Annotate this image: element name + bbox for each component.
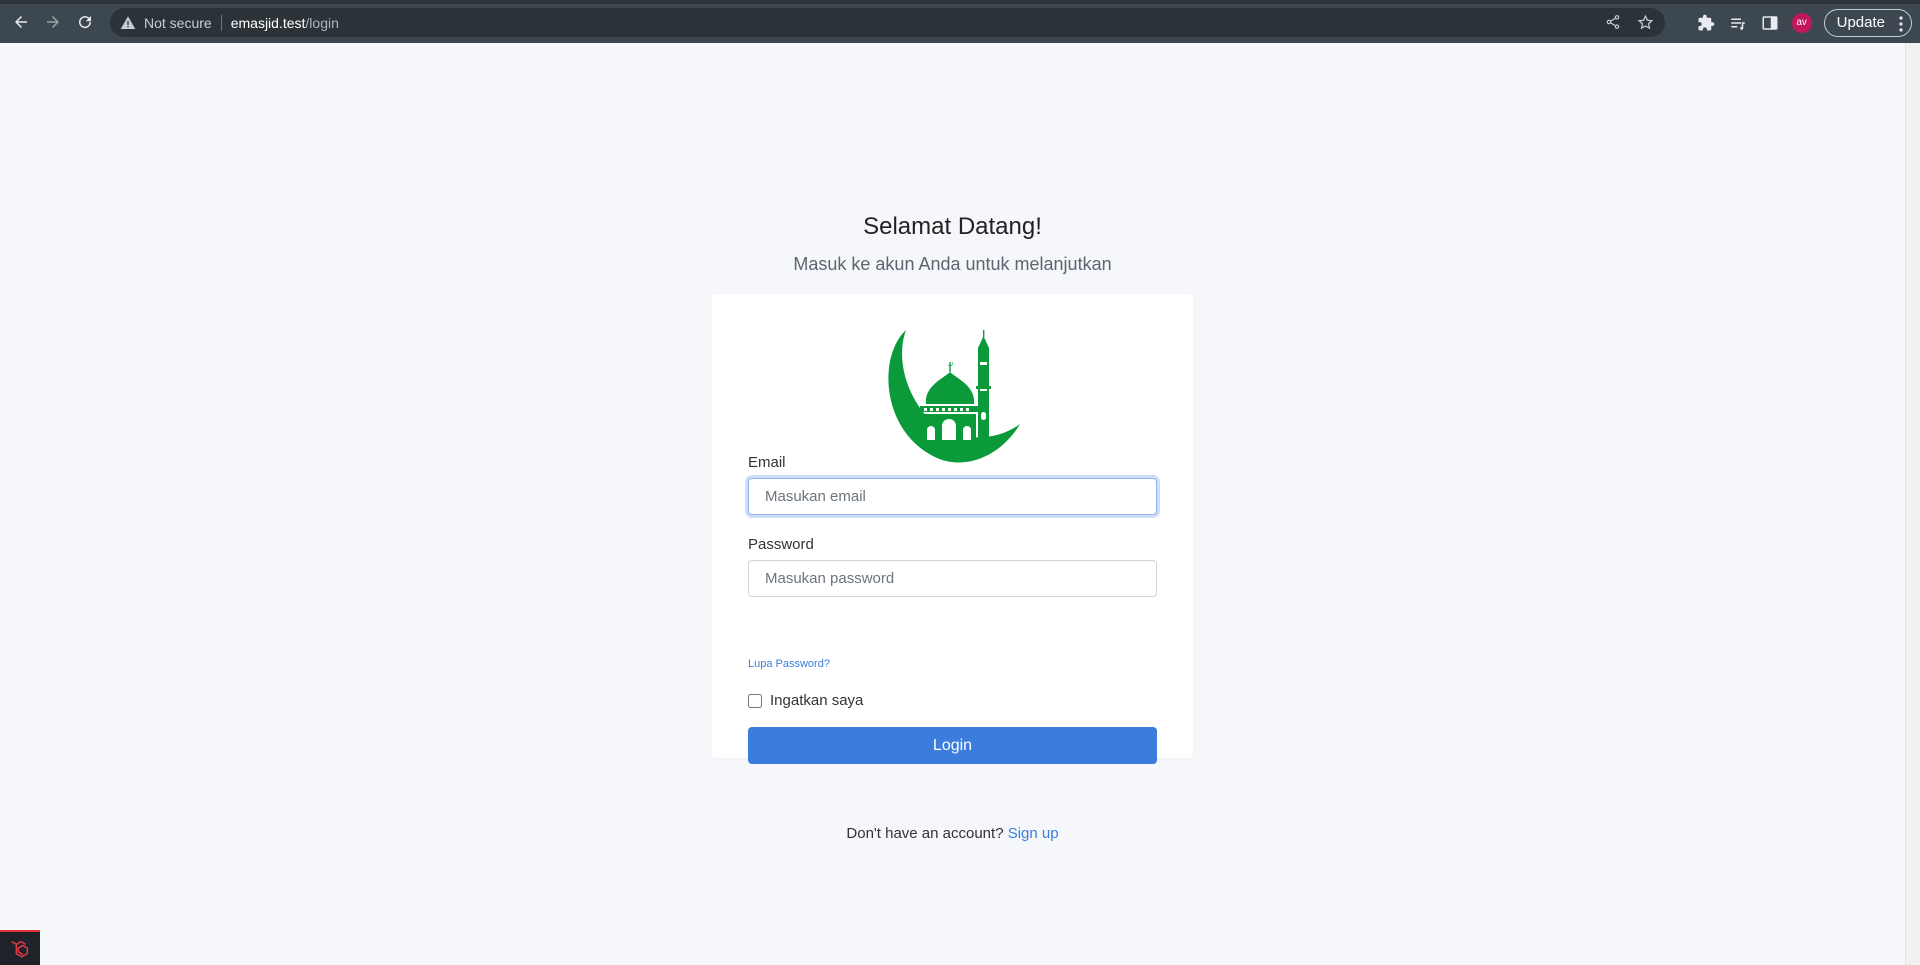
address-bar[interactable]: Not secure emasjid.test/login xyxy=(110,8,1665,37)
signup-prompt: Don't have an account? Sign up xyxy=(0,825,1905,842)
forgot-password-link[interactable]: Lupa Password? xyxy=(748,658,830,670)
remember-me[interactable]: Ingatkan saya xyxy=(748,692,863,709)
password-field[interactable] xyxy=(748,560,1157,597)
update-button[interactable]: Update xyxy=(1823,8,1912,37)
url-path: /login xyxy=(305,14,339,31)
url-host: emasjid.test xyxy=(230,14,306,31)
laravel-icon[interactable] xyxy=(0,930,40,965)
side-panel-icon[interactable] xyxy=(1760,13,1780,33)
login-card: Email Password Lupa Password? Ingatkan s… xyxy=(712,294,1193,764)
back-arrow-icon[interactable] xyxy=(8,9,34,35)
kebab-menu-icon[interactable] xyxy=(1899,15,1903,32)
signup-link[interactable]: Sign up xyxy=(1008,825,1059,842)
remember-me-label: Ingatkan saya xyxy=(770,692,864,709)
warning-icon xyxy=(120,15,136,31)
email-field[interactable] xyxy=(748,478,1157,515)
update-label: Update xyxy=(1836,14,1885,31)
page-body: Selamat Datang! Masuk ke akun Anda untuk… xyxy=(0,43,1905,965)
remember-me-checkbox[interactable] xyxy=(748,693,762,708)
extensions-icon[interactable] xyxy=(1696,13,1716,33)
share-icon[interactable] xyxy=(1605,14,1623,32)
page-scrollbar[interactable] xyxy=(1905,43,1920,965)
email-label: Email xyxy=(748,454,786,471)
star-icon[interactable] xyxy=(1637,14,1655,32)
page-subtitle: Masuk ke akun Anda untuk melanjutkan xyxy=(793,254,1112,274)
profile-avatar[interactable]: av xyxy=(1791,12,1812,33)
browser-toolbar: Not secure emasjid.test/login av Update xyxy=(0,0,1920,43)
omnibox-divider xyxy=(220,14,222,31)
login-button[interactable]: Login xyxy=(748,727,1157,764)
page-title: Selamat Datang! xyxy=(863,213,1042,240)
reload-icon[interactable] xyxy=(72,9,98,35)
signup-prompt-text: Don't have an account? xyxy=(846,825,1004,842)
forward-arrow-icon[interactable] xyxy=(40,9,66,35)
security-label[interactable]: Not secure xyxy=(144,15,212,31)
mosque-logo xyxy=(888,330,1020,463)
password-label: Password xyxy=(748,536,814,553)
reading-list-icon[interactable] xyxy=(1728,13,1748,33)
